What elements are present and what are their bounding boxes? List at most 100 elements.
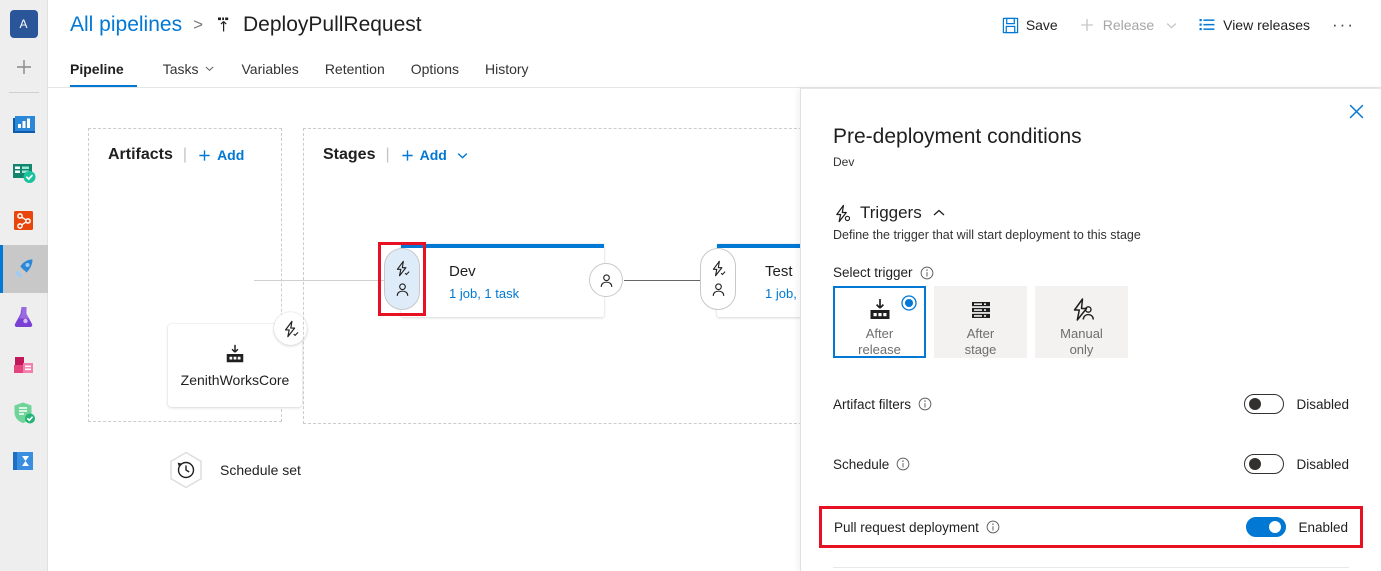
- view-releases-button[interactable]: View releases: [1188, 10, 1320, 40]
- tab-label: Retention: [324, 60, 385, 77]
- schedule-toggle-group: Disabled: [1244, 454, 1349, 474]
- sidebar-item-artifacts[interactable]: [0, 341, 48, 389]
- stage-name: Dev: [449, 263, 476, 280]
- load-test-icon: [12, 452, 33, 470]
- schedule-toggle[interactable]: [1244, 454, 1285, 474]
- panel-title: Pre-deployment conditions: [833, 125, 1082, 148]
- top-bar: All pipelines > DeployPullRequest Save R…: [48, 0, 1381, 50]
- org-avatar[interactable]: A: [9, 10, 38, 38]
- boards-icon: [12, 164, 35, 183]
- info-icon[interactable]: [896, 457, 910, 471]
- stage-summary[interactable]: 1 job, 1 task: [449, 284, 604, 304]
- tab-pipeline[interactable]: Pipeline: [70, 50, 137, 87]
- trigger-option-after-release[interactable]: After release: [833, 286, 926, 358]
- breadcrumb-separator: >: [193, 15, 204, 34]
- add-artifact-button[interactable]: Add: [197, 147, 244, 163]
- select-trigger-label-row: Select trigger: [833, 265, 1349, 280]
- artifact-name: ZenithWorksCore: [180, 372, 290, 388]
- chevron-down-icon: [456, 149, 469, 162]
- tab-tasks[interactable]: Tasks: [150, 50, 229, 87]
- main-area: All pipelines > DeployPullRequest Save R…: [48, 0, 1381, 571]
- more-options-button[interactable]: ···: [1320, 9, 1367, 41]
- trigger-option-after-stage[interactable]: After stage: [934, 286, 1027, 358]
- pre-deployment-conditions-panel: Pre-deployment conditions Dev Triggers D…: [800, 88, 1381, 571]
- stages-header: Stages | Add: [323, 146, 469, 164]
- sidebar-item-load-test[interactable]: [0, 437, 48, 485]
- close-panel-button[interactable]: [1341, 96, 1371, 126]
- schedule-hexagon-icon: [170, 451, 202, 489]
- sidebar-item-security[interactable]: [0, 389, 48, 437]
- pull-request-deployment-toggle[interactable]: [1246, 517, 1287, 537]
- trigger-option-manual-only[interactable]: Manual only: [1035, 286, 1128, 358]
- tab-options[interactable]: Options: [398, 50, 472, 87]
- schedule-state: Disabled: [1296, 456, 1349, 472]
- artifact-filters-state: Disabled: [1296, 396, 1349, 412]
- tab-retention[interactable]: Retention: [312, 50, 398, 87]
- breadcrumb-all-pipelines[interactable]: All pipelines: [70, 13, 182, 37]
- toolbar: Save Release View releases ···: [992, 9, 1367, 41]
- manual-only-icon: [1068, 297, 1096, 323]
- after-release-icon: [866, 297, 894, 323]
- person-icon: [396, 283, 408, 296]
- stage-card-dev[interactable]: Dev 1 job, 1 task: [401, 244, 604, 317]
- sidebar-item-repos[interactable]: [0, 197, 48, 245]
- test-plans-icon: [14, 307, 32, 328]
- artifact-filters-label: Artifact filters: [833, 396, 912, 412]
- plus-icon: [1080, 19, 1093, 31]
- divider: |: [385, 146, 390, 163]
- triggers-title: Triggers: [860, 203, 922, 222]
- save-button[interactable]: Save: [992, 11, 1068, 40]
- chevron-up-icon[interactable]: [932, 206, 946, 220]
- trigger-option-label: After release: [858, 326, 901, 357]
- repos-icon: [13, 211, 33, 230]
- left-rail: A: [0, 0, 48, 571]
- trigger-option-label: Manual only: [1060, 326, 1103, 357]
- schedule-set-row[interactable]: Schedule set: [166, 450, 301, 490]
- overview-icon: [12, 116, 35, 133]
- artifacts-header: Artifacts | Add: [108, 146, 244, 164]
- release-definition-icon: [214, 15, 234, 35]
- new-item-button[interactable]: [0, 44, 47, 90]
- chevron-down-icon: [204, 61, 215, 77]
- info-icon[interactable]: [918, 397, 932, 411]
- close-icon: [1349, 104, 1363, 118]
- tab-history[interactable]: History: [472, 50, 542, 87]
- add-stage-button[interactable]: Add: [400, 147, 469, 163]
- app-root: A All pipelines > DeployPullRequest Save…: [0, 0, 1381, 571]
- plus-icon: [199, 149, 210, 161]
- post-deployment-approval-node-dev[interactable]: [589, 263, 623, 297]
- divider: |: [182, 146, 188, 163]
- trigger-option-label: After stage: [964, 326, 997, 357]
- info-icon[interactable]: [920, 266, 934, 280]
- artifact-filters-toggle[interactable]: [1244, 394, 1285, 414]
- panel-divider: [833, 567, 1349, 568]
- release-button[interactable]: Release: [1068, 10, 1188, 40]
- rail-divider: [8, 92, 39, 93]
- pull-request-deployment-label: Pull request deployment: [834, 519, 979, 535]
- tab-variables[interactable]: Variables: [228, 50, 311, 87]
- after-stage-icon: [967, 297, 995, 323]
- chevron-down-icon: [1165, 19, 1178, 32]
- connector-artifact-to-dev: [254, 280, 402, 281]
- sidebar-item-test-plans[interactable]: [0, 293, 48, 341]
- plus-icon: [16, 60, 31, 74]
- lightning-icon: [712, 260, 726, 277]
- list-icon: [1199, 19, 1215, 31]
- tab-label: Pipeline: [70, 60, 124, 77]
- sidebar-item-overview[interactable]: [0, 101, 48, 149]
- info-icon[interactable]: [986, 520, 1000, 534]
- panel-content: Pre-deployment conditions Dev Triggers D…: [801, 89, 1381, 474]
- artifacts-title: Artifacts: [108, 146, 173, 163]
- sidebar-item-pipelines[interactable]: [0, 245, 48, 293]
- sidebar-item-boards[interactable]: [0, 149, 48, 197]
- pre-deployment-conditions-button-dev[interactable]: [384, 248, 420, 310]
- lightning-icon: [284, 320, 298, 337]
- tab-label: Variables: [241, 60, 299, 77]
- pre-deployment-conditions-button-test[interactable]: [700, 248, 736, 310]
- artifact-filters-toggle-group: Disabled: [1244, 394, 1349, 414]
- pull-request-deployment-state: Enabled: [1298, 519, 1348, 535]
- select-trigger-options: After release After stage Manual only: [833, 286, 1349, 358]
- pull-request-deployment-row: Pull request deployment Enabled: [819, 506, 1363, 548]
- triggers-section-header[interactable]: Triggers: [833, 203, 1349, 223]
- person-icon: [600, 273, 612, 287]
